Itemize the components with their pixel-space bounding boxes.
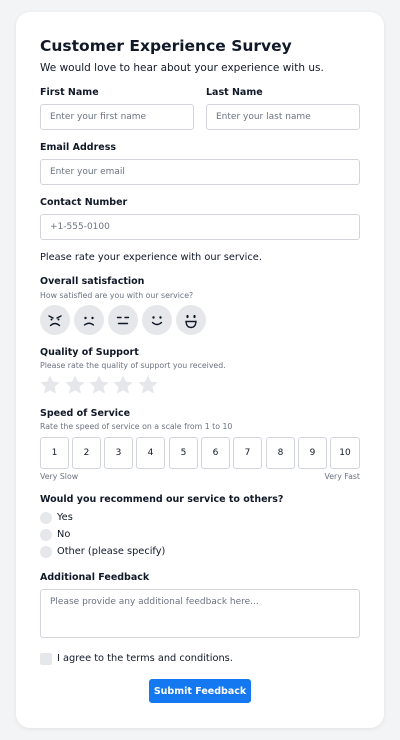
speed-scale-1[interactable]: 1 [40, 437, 69, 469]
satisfaction-hint: How satisfied are you with our service? [40, 291, 194, 300]
recommend-option-other[interactable]: Other (please specify) [57, 546, 165, 557]
neutral-face-icon[interactable] [108, 305, 138, 335]
form-subtitle: We would love to hear about your experie… [40, 62, 324, 74]
very-satisfied-face-icon[interactable] [176, 305, 206, 335]
recommend-radio-other[interactable] [40, 546, 52, 558]
rating-intro-text: Please rate your experience with our ser… [40, 252, 262, 263]
star-icon-5[interactable] [137, 374, 159, 396]
recommend-label: Would you recommend our service to other… [40, 494, 284, 505]
email-input[interactable] [40, 159, 360, 185]
star-icon-4[interactable] [112, 374, 134, 396]
support-quality-hint: Please rate the quality of support you r… [40, 361, 226, 370]
speed-max-label: Very Fast [324, 472, 361, 481]
speed-hint: Rate the speed of service on a scale fro… [40, 422, 233, 431]
star-icon-2[interactable] [64, 374, 86, 396]
speed-scale-2[interactable]: 2 [72, 437, 101, 469]
speed-scale-7[interactable]: 7 [233, 437, 262, 469]
survey-card: Customer Experience Survey We would love… [16, 12, 384, 728]
last-name-input[interactable] [206, 104, 360, 130]
recommend-option-yes[interactable]: Yes [57, 512, 73, 523]
submit-feedback-button[interactable]: Submit Feedback [149, 679, 251, 703]
satisfaction-label: Overall satisfaction [40, 276, 145, 287]
recommend-radio-yes[interactable] [40, 512, 52, 524]
speed-scale-6[interactable]: 6 [201, 437, 230, 469]
recommend-radio-no[interactable] [40, 529, 52, 541]
first-name-input[interactable] [40, 104, 194, 130]
star-icon-3[interactable] [88, 374, 110, 396]
speed-scale-3[interactable]: 3 [104, 437, 133, 469]
feedback-textarea[interactable] [40, 589, 360, 638]
terms-label[interactable]: I agree to the terms and conditions. [57, 653, 233, 664]
contact-number-label: Contact Number [40, 197, 128, 208]
speed-label: Speed of Service [40, 408, 131, 419]
speed-scale-9[interactable]: 9 [298, 437, 327, 469]
speed-scale-4[interactable]: 4 [136, 437, 165, 469]
feedback-label: Additional Feedback [40, 572, 150, 583]
speed-scale-8[interactable]: 8 [266, 437, 295, 469]
unsatisfied-face-icon[interactable] [74, 305, 104, 335]
speed-scale-5[interactable]: 5 [169, 437, 198, 469]
contact-number-input[interactable] [40, 214, 360, 240]
speed-scale-10[interactable]: 10 [330, 437, 360, 469]
recommend-option-no[interactable]: No [57, 529, 70, 540]
star-icon-1[interactable] [39, 374, 61, 396]
terms-checkbox[interactable] [40, 653, 52, 665]
satisfied-face-icon[interactable] [142, 305, 172, 335]
form-title: Customer Experience Survey [40, 37, 292, 55]
very-unsatisfied-face-icon[interactable] [40, 305, 70, 335]
speed-min-label: Very Slow [40, 472, 79, 481]
support-quality-label: Quality of Support [40, 347, 139, 358]
first-name-label: First Name [40, 87, 99, 98]
last-name-label: Last Name [206, 87, 263, 98]
email-label: Email Address [40, 142, 117, 153]
